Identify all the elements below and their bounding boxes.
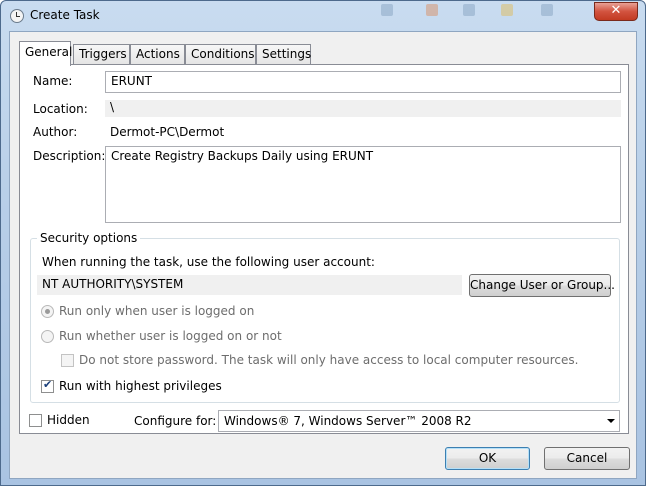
location-label: Location: <box>33 102 88 116</box>
background-blur-icon <box>381 4 393 16</box>
background-blur-icon <box>501 4 513 16</box>
highest-privileges-label: Run with highest privileges <box>59 379 222 393</box>
location-value: \ <box>105 100 621 117</box>
hidden-checkbox[interactable] <box>29 414 42 427</box>
name-label: Name: <box>33 74 73 88</box>
do-not-store-password-checkbox[interactable] <box>61 354 74 367</box>
author-label: Author: <box>33 125 78 139</box>
ok-button[interactable]: OK <box>445 447 530 470</box>
run-only-logged-on-radio[interactable] <box>41 305 54 318</box>
security-options-group: Security options When running the task, … <box>30 231 620 403</box>
run-only-logged-on-label: Run only when user is logged on <box>59 304 255 318</box>
configure-for-label: Configure for: <box>134 414 217 428</box>
create-task-window: Create Task ✕ General Triggers Actions C… <box>0 0 646 486</box>
configure-for-value: Windows® 7, Windows Server™ 2008 R2 <box>224 414 472 428</box>
close-button[interactable]: ✕ <box>594 2 638 21</box>
window-title: Create Task <box>30 8 100 22</box>
security-options-label: Security options <box>37 231 141 245</box>
configure-for-select[interactable]: Windows® 7, Windows Server™ 2008 R2 <box>218 410 620 432</box>
title-bar[interactable]: Create Task ✕ <box>1 1 645 31</box>
background-blur-icon <box>426 4 438 16</box>
run-whether-logged-on-radio[interactable] <box>41 330 54 343</box>
cancel-button[interactable]: Cancel <box>544 447 630 470</box>
dialog-client-area: General Triggers Actions Conditions Sett… <box>9 31 637 479</box>
user-account-value: NT AUTHORITY\SYSTEM <box>37 275 462 295</box>
run-whether-logged-on-label: Run whether user is logged on or not <box>59 329 282 343</box>
background-blur-icon <box>541 4 553 16</box>
background-blur-icon <box>463 4 475 16</box>
chevron-down-icon <box>607 419 615 423</box>
tab-general[interactable]: General <box>19 41 72 66</box>
tab-triggers[interactable]: Triggers <box>73 44 130 65</box>
general-tab-panel: Name: ERUNT Location: \ Author: Dermot-P… <box>19 64 629 434</box>
highest-privileges-checkbox[interactable] <box>41 378 54 393</box>
author-value: Dermot-PC\Dermot <box>110 125 225 139</box>
close-icon: ✕ <box>610 3 622 18</box>
description-field[interactable]: Create Registry Backups Daily using ERUN… <box>105 146 621 223</box>
tab-conditions[interactable]: Conditions <box>185 44 256 65</box>
account-prompt: When running the task, use the following… <box>42 255 375 269</box>
change-user-or-group-button[interactable]: Change User or Group... <box>469 274 615 297</box>
hidden-label: Hidden <box>47 413 90 427</box>
name-field[interactable]: ERUNT <box>105 71 621 93</box>
tab-settings[interactable]: Settings <box>256 44 311 65</box>
tab-actions[interactable]: Actions <box>130 44 185 65</box>
clock-icon <box>10 9 24 23</box>
description-label: Description: <box>33 149 106 163</box>
do-not-store-password-label: Do not store password. The task will onl… <box>79 353 579 367</box>
